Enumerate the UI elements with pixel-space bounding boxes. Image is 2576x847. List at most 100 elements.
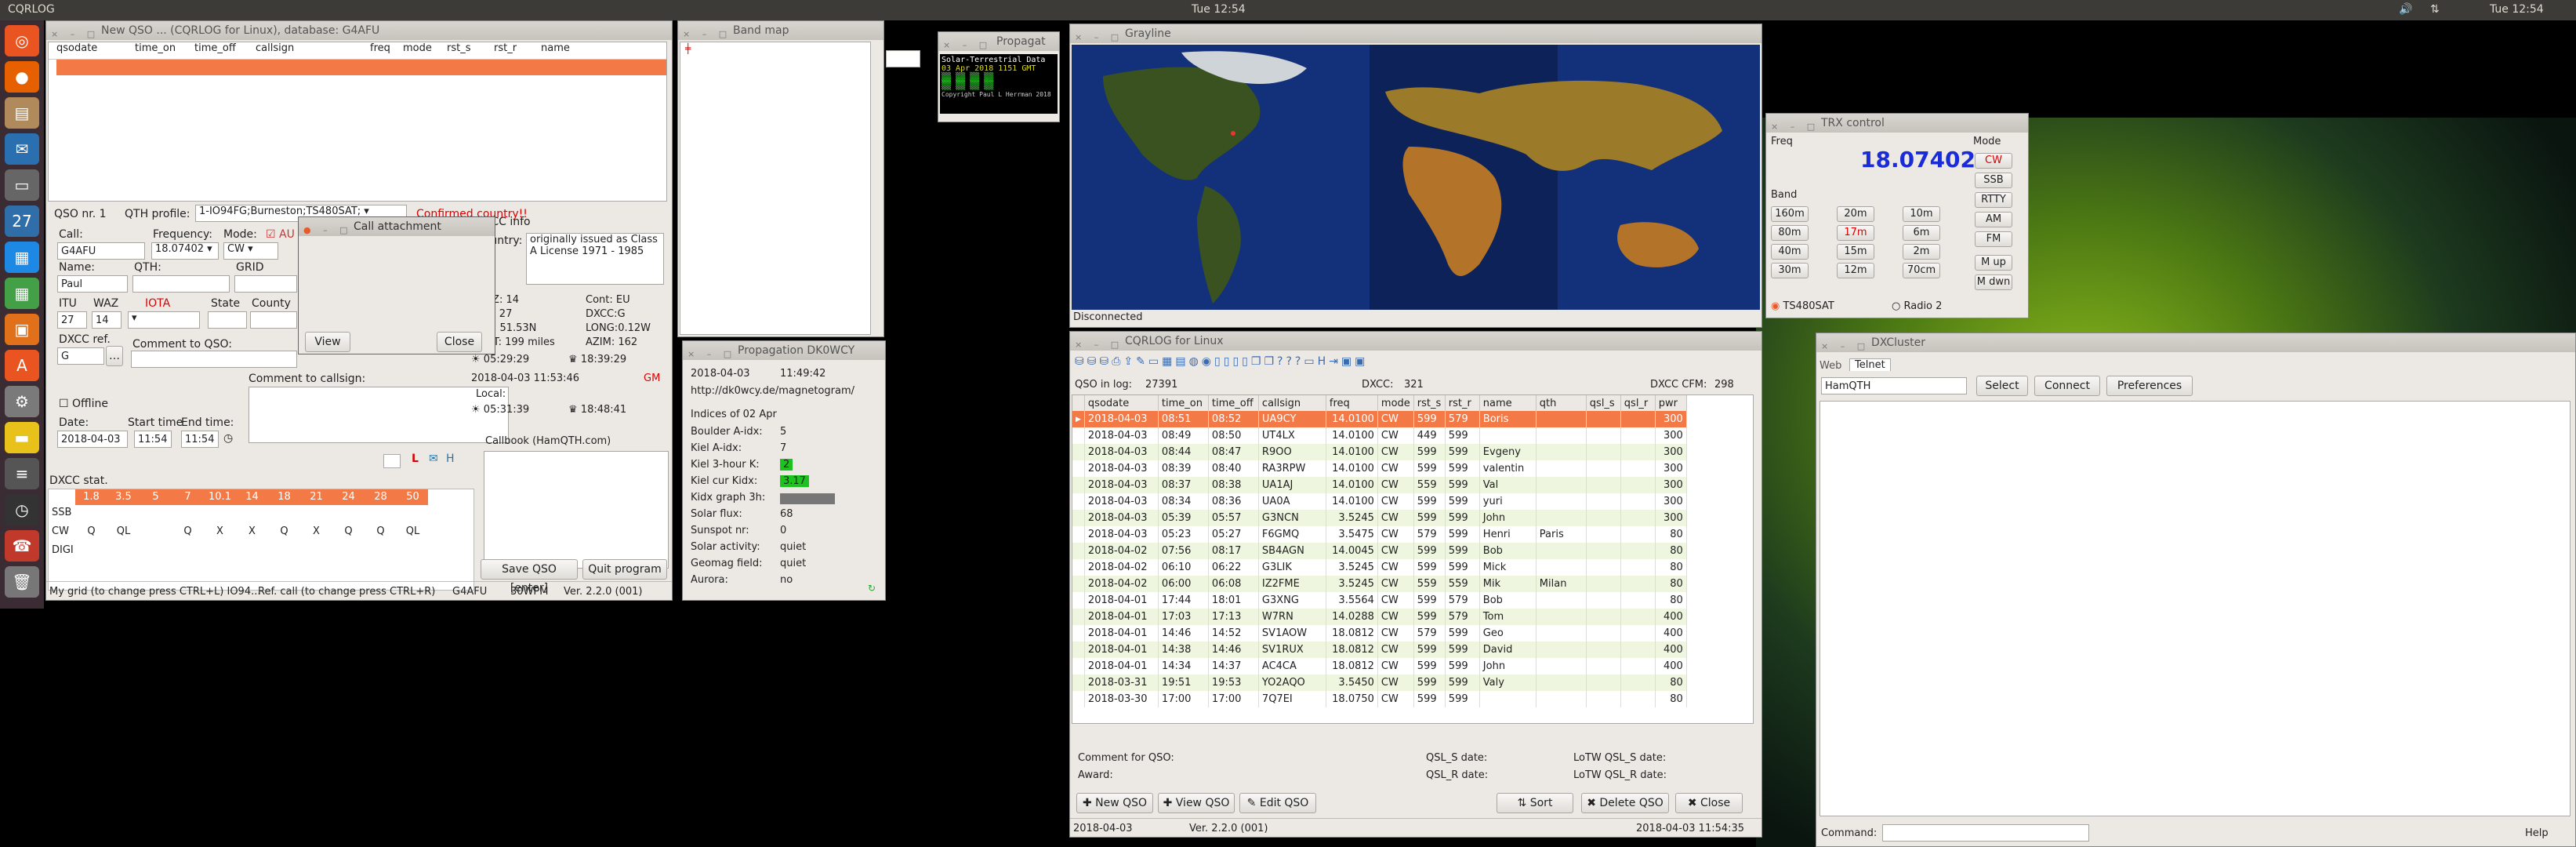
table-icon[interactable]: ▤ bbox=[1175, 355, 1185, 371]
mode-select[interactable]: CW ▾ bbox=[223, 242, 278, 260]
auto-checkbox[interactable]: ☑ AU bbox=[266, 228, 295, 241]
print-icon[interactable]: ⎙ bbox=[1112, 355, 1120, 371]
delete-qso-button[interactable]: ✖ Delete QSO bbox=[1581, 793, 1669, 813]
band-button-15m[interactable]: 15m bbox=[1837, 244, 1874, 260]
log-row[interactable]: 2018-04-03 08:37 08:38 UA1AJ 14.0100 CW 559 599… bbox=[1072, 477, 1687, 493]
filter2-icon[interactable]: ⛁ bbox=[1087, 355, 1097, 371]
copy-icon[interactable]: ❐ bbox=[1251, 355, 1261, 371]
filter3-icon[interactable]: ⛁ bbox=[1099, 355, 1108, 371]
log-row[interactable]: ▶ 2018-04-03 08:51 08:52 UA9CY 14.0100 CW 599 57… bbox=[1072, 411, 1687, 427]
exit-icon[interactable]: ⇥ bbox=[1329, 355, 1338, 371]
log-row[interactable]: 2018-04-01 14:38 14:46 SV1RUX 18.0812 CW 599 59… bbox=[1072, 642, 1687, 658]
log-row[interactable]: 2018-04-02 07:56 08:17 SB4AGN 14.0045 CW 599 59… bbox=[1072, 543, 1687, 559]
app-menu-title[interactable]: CQRLOG bbox=[8, 3, 55, 16]
log-col-name[interactable]: name bbox=[1479, 395, 1537, 411]
view-attachment-button[interactable]: View bbox=[305, 332, 350, 352]
band-button-17m[interactable]: 17m bbox=[1837, 225, 1874, 241]
band-button-20m[interactable]: 20m bbox=[1837, 206, 1874, 222]
waz-input[interactable] bbox=[92, 311, 122, 329]
settings-icon[interactable]: ⚙ bbox=[5, 386, 39, 417]
call-input[interactable] bbox=[57, 242, 145, 260]
band-button-30m[interactable]: 30m bbox=[1771, 263, 1809, 278]
log-row[interactable]: 2018-04-03 08:49 08:50 UT4LX 14.0100 CW 449 599… bbox=[1072, 427, 1687, 444]
log-col-qsodate[interactable]: qsodate bbox=[1084, 395, 1159, 411]
doc4-icon[interactable]: ▯ bbox=[1242, 355, 1248, 371]
col-rst-s[interactable]: rst_s bbox=[447, 42, 494, 59]
trash-icon[interactable]: 🗑 bbox=[5, 566, 39, 598]
grayline-map[interactable] bbox=[1072, 45, 1760, 310]
log-row[interactable]: 2018-04-01 14:34 14:37 AC4CA 18.0812 CW 599 599… bbox=[1072, 658, 1687, 674]
system-monitor-icon[interactable]: ≡ bbox=[5, 458, 39, 489]
export-icon[interactable]: ⇪ bbox=[1123, 355, 1133, 371]
band-button-160m[interactable]: 160m bbox=[1771, 206, 1809, 222]
mode-button-fm[interactable]: FM bbox=[1975, 231, 2012, 247]
dash-icon[interactable]: ◎ bbox=[5, 25, 39, 56]
help-icon[interactable]: ? bbox=[1277, 355, 1283, 371]
radio1-option[interactable]: ◉ TS480SAT bbox=[1771, 300, 1834, 312]
iota-select[interactable]: ▾ bbox=[128, 311, 200, 329]
cluster-output[interactable] bbox=[1820, 401, 2571, 816]
band-button-40m[interactable]: 40m bbox=[1771, 244, 1809, 260]
software-icon[interactable]: A bbox=[5, 350, 39, 381]
comment-qso-input[interactable] bbox=[131, 351, 297, 368]
offline-checkbox[interactable]: ☐ Offline bbox=[59, 398, 108, 410]
state-input[interactable] bbox=[208, 311, 247, 329]
grid-icon[interactable]: ▦ bbox=[1162, 355, 1172, 371]
recent-qso-grid[interactable]: qsodate time_on time_off callsign freq m… bbox=[48, 42, 667, 202]
clock[interactable]: Tue 12:54 bbox=[1192, 3, 1246, 16]
col-callsign[interactable]: callsign bbox=[256, 42, 342, 59]
frequency-select[interactable]: 18.07402 ▾ bbox=[151, 242, 219, 260]
dxcc-ref-button[interactable]: … bbox=[106, 346, 123, 366]
memory-down-button[interactable]: M dwn bbox=[1975, 274, 2012, 290]
end-input[interactable] bbox=[181, 431, 219, 448]
edit-icon[interactable]: ✎ bbox=[1136, 355, 1145, 371]
new-qso-button[interactable]: ✚ New QSO bbox=[1076, 793, 1153, 813]
save-qso-button[interactable]: Save QSO [enter] bbox=[481, 559, 578, 594]
close-log-button[interactable]: ✖ Close bbox=[1675, 793, 1743, 813]
quit-button[interactable]: Quit program bbox=[582, 559, 667, 580]
files-icon[interactable]: ▤ bbox=[5, 97, 39, 129]
log-row[interactable]: 2018-04-03 08:44 08:47 R9OO 14.0100 CW 599 599 E… bbox=[1072, 444, 1687, 460]
copy2-icon[interactable]: ❐ bbox=[1264, 355, 1274, 371]
col-freq[interactable]: freq bbox=[342, 42, 403, 59]
col-time-off[interactable]: time_off bbox=[194, 42, 256, 59]
log-col-mode[interactable]: mode bbox=[1377, 395, 1414, 411]
selected-row[interactable] bbox=[56, 60, 666, 75]
log-row[interactable]: 2018-03-30 17:00 17:00 7Q7EI 18.0750 CW 599 599… bbox=[1072, 691, 1687, 707]
help3-icon[interactable]: ? bbox=[1295, 355, 1301, 371]
prop-url[interactable]: http://dk0wcy.de/magnetogram/ bbox=[691, 385, 854, 397]
log-col-callsign[interactable]: callsign bbox=[1258, 395, 1326, 411]
band-button-10m[interactable]: 10m bbox=[1903, 206, 1940, 222]
writer-icon[interactable]: ▦ bbox=[5, 242, 39, 273]
tab-telnet[interactable]: Telnet bbox=[1849, 358, 1891, 371]
log-row[interactable]: 2018-04-03 08:39 08:40 RA3RPW 14.0100 CW 599 59… bbox=[1072, 460, 1687, 477]
log-row[interactable]: 2018-04-03 08:34 08:36 UA0A 14.0100 CW 599 599 y… bbox=[1072, 493, 1687, 510]
firefox-icon[interactable]: ● bbox=[5, 61, 39, 93]
col-name[interactable]: name bbox=[541, 42, 596, 59]
log-col-rst-s[interactable]: rst_s bbox=[1413, 395, 1446, 411]
cqrlog-icon[interactable]: ☎ bbox=[5, 530, 39, 562]
clock-app-icon[interactable]: ◷ bbox=[5, 494, 39, 525]
volume-icon[interactable]: 🔊 bbox=[2399, 3, 2412, 16]
filter-icon[interactable]: ⛁ bbox=[1075, 355, 1084, 371]
clock-right[interactable]: Tue 12:54 bbox=[2490, 3, 2544, 16]
log-col-qsl-s[interactable]: qsl_s bbox=[1586, 395, 1621, 411]
grid-input[interactable] bbox=[234, 275, 297, 293]
log-col-pwr[interactable]: pwr bbox=[1655, 395, 1687, 411]
log-col-qsl-r[interactable]: qsl_r bbox=[1620, 395, 1656, 411]
screen-icon[interactable]: ▣ bbox=[1355, 355, 1365, 371]
band-button-70cm[interactable]: 70cm bbox=[1903, 263, 1940, 278]
dxcluster-window-buttons[interactable]: × – □ bbox=[1821, 337, 1870, 356]
band-map-list[interactable]: ╪ bbox=[680, 42, 871, 335]
log-row[interactable]: 2018-04-03 05:23 05:27 F6GMQ 3.5475 CW 579 599 H… bbox=[1072, 526, 1687, 543]
thunderbird-icon[interactable]: ✉ bbox=[5, 133, 39, 165]
doc3-icon[interactable]: ▯ bbox=[1232, 355, 1239, 371]
band-button-2m[interactable]: 2m bbox=[1903, 244, 1940, 260]
dialog-window-buttons[interactable]: ● – □ bbox=[303, 221, 353, 240]
log-col-rst-r[interactable]: rst_r bbox=[1445, 395, 1480, 411]
view-qso-button[interactable]: ✚ View QSO bbox=[1158, 793, 1235, 813]
log-row[interactable]: 2018-04-03 05:39 05:57 G3NCN 3.5245 CW 599 599 J… bbox=[1072, 510, 1687, 526]
col-qsodate[interactable]: qsodate bbox=[49, 42, 135, 59]
command-input[interactable] bbox=[1882, 824, 2089, 842]
mode-button-cw[interactable]: CW bbox=[1975, 153, 2012, 169]
